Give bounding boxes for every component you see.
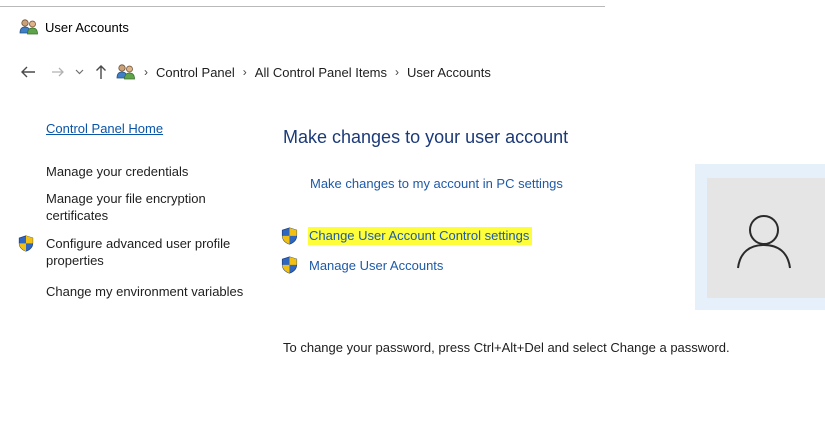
sidebar-item-credentials[interactable]: Manage your credentials [46,163,246,180]
forward-arrow-icon [52,67,64,77]
window-border-line [0,6,605,7]
task-change-uac-settings[interactable]: Change User Account Control settings [281,226,533,246]
up-arrow-icon [96,65,106,79]
sidebar-item-advanced-profile[interactable]: Configure advanced user profile properti… [46,235,246,269]
manage-user-accounts-link[interactable]: Manage User Accounts [309,258,443,273]
recent-locations-button[interactable] [72,57,86,87]
breadcrumb: › Control Panel › All Control Panel Item… [144,57,491,87]
users-icon[interactable] [115,63,137,81]
uac-shield-icon [281,227,298,245]
uac-settings-link[interactable]: Change User Account Control settings [308,227,533,245]
breadcrumb-separator[interactable]: › [395,65,399,79]
up-button[interactable] [90,57,112,87]
control-panel-home-link[interactable]: Control Panel Home [46,120,246,137]
password-change-note: To change your password, press Ctrl+Alt+… [283,340,730,355]
page-heading: Make changes to your user account [283,127,569,147]
navigation-bar: › Control Panel › All Control Panel Item… [0,57,825,87]
chevron-down-icon [75,69,83,75]
breadcrumb-user-accounts[interactable]: User Accounts [407,65,491,80]
back-arrow-icon [21,66,35,78]
breadcrumb-control-panel[interactable]: Control Panel [156,65,235,80]
sidebar-item-environment-variables[interactable]: Change my environment variables [46,283,246,300]
user-avatar-icon [737,215,791,269]
task-manage-user-accounts[interactable]: Manage User Accounts [281,255,443,275]
breadcrumb-all-items[interactable]: All Control Panel Items [255,65,387,80]
breadcrumb-separator[interactable]: › [243,65,247,79]
users-icon [19,19,38,35]
uac-shield-icon [18,235,34,252]
user-accounts-window: User Accounts › Control Panel › All Cont… [0,0,825,437]
back-button[interactable] [15,57,41,87]
forward-button[interactable] [47,57,69,87]
sidebar-item-encryption-certificates[interactable]: Manage your file encryption certificates [46,190,246,224]
window-title: User Accounts [45,20,129,35]
pc-settings-link[interactable]: Make changes to my account in PC setting… [310,176,563,191]
title-bar: User Accounts [0,12,825,42]
breadcrumb-separator[interactable]: › [144,65,148,79]
uac-shield-icon [281,256,298,274]
